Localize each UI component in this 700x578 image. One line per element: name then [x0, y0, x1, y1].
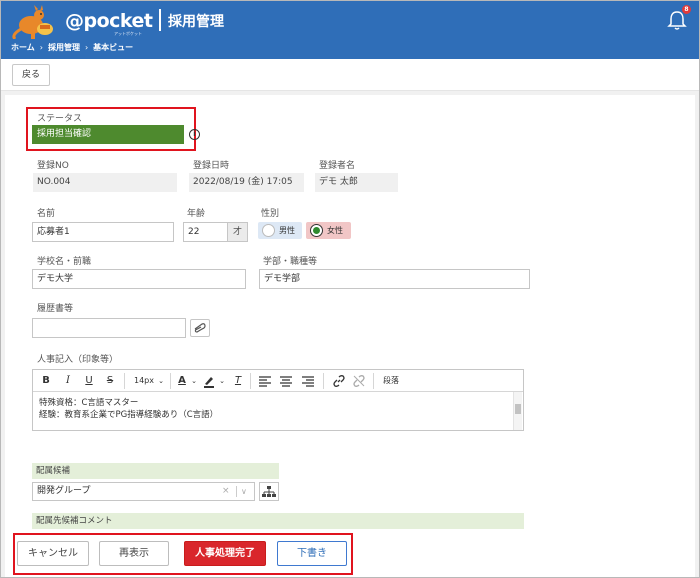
assignment-label: 配属候補 [32, 463, 279, 479]
font-size-dropdown[interactable]: 14px [131, 374, 157, 388]
gender-female-radio[interactable]: 女性 [306, 222, 351, 239]
hr-notes-line: 特殊資格：C言語マスター [39, 398, 139, 408]
status-select[interactable]: 採用担当確認 [32, 125, 184, 144]
app-window: @pocket アットポケット 採用管理 8 ホーム › 採用管理 › 基本ビュ… [0, 0, 700, 578]
strikethrough-button[interactable]: S [104, 374, 116, 388]
editor-scrollbar[interactable] [513, 392, 522, 430]
breadcrumb-home[interactable]: ホーム [11, 42, 35, 53]
app-header: @pocket アットポケット 採用管理 8 ホーム › 採用管理 › 基本ビュ… [1, 1, 699, 59]
back-button[interactable]: 戻る [12, 64, 50, 86]
reg-date-value: 2022/08/19 (金) 17:05 [189, 173, 304, 192]
hr-notes-label: 人事記入（印象等） [37, 355, 119, 365]
name-input[interactable]: 応募者1 [32, 222, 174, 242]
clear-icon[interactable]: × [222, 483, 230, 500]
paperclip-icon [194, 323, 206, 333]
chevron-down-icon[interactable]: ∨ [241, 483, 247, 500]
info-icon[interactable]: i [189, 129, 200, 140]
school-label: 学校名・前職 [37, 257, 92, 267]
format-dropdown[interactable]: 段落 [380, 374, 402, 388]
logo-text: @pocket [65, 10, 153, 32]
school-input[interactable]: デモ大学 [32, 269, 246, 289]
breadcrumb-separator: › [84, 43, 89, 52]
faculty-input[interactable]: デモ学部 [259, 269, 530, 289]
faculty-label: 学部・職種等 [263, 257, 318, 267]
toolbar-divider [323, 373, 324, 389]
resume-label: 履歴書等 [37, 304, 74, 314]
hr-complete-button[interactable]: 人事処理完了 [184, 541, 266, 566]
font-color-icon[interactable]: A [175, 374, 189, 388]
draft-button[interactable]: 下書き [277, 541, 347, 566]
chevron-down-icon: ⌄ [219, 377, 225, 385]
status-label: ステータス [37, 114, 83, 124]
notification-badge: 8 [682, 5, 691, 14]
breadcrumb-separator: › [39, 43, 43, 52]
toolbar-divider [250, 373, 251, 389]
attach-button[interactable] [190, 319, 210, 337]
breadcrumb-recruitment[interactable]: 採用管理 [48, 42, 80, 53]
resume-file-input[interactable] [32, 318, 186, 338]
toolbar-divider [170, 373, 171, 389]
hr-notes-line: 経験：教育系企業でPG指導経験あり（C言語） [39, 410, 219, 420]
gender-female-label: 女性 [327, 226, 343, 235]
italic-button[interactable]: I [62, 374, 74, 388]
align-center-icon[interactable] [279, 374, 293, 388]
logo-subtext: アットポケット [114, 31, 142, 36]
reg-no-label: 登録NO [37, 161, 69, 171]
clear-format-icon[interactable]: T [231, 374, 245, 388]
assignment-value: 開発グループ [37, 486, 91, 496]
unlink-icon[interactable] [352, 374, 366, 388]
org-tree-button[interactable] [259, 482, 279, 501]
reg-date-label: 登録日時 [193, 161, 230, 171]
age-input[interactable]: 22 [183, 222, 228, 242]
editor-toolbar: B I U S 14px ⌄ A ⌄ ⌄ T 段落 [33, 370, 523, 392]
radio-dot-selected [310, 224, 323, 237]
breadcrumb: ホーム › 採用管理 › 基本ビュー [11, 42, 133, 53]
chevron-down-icon: ⌄ [191, 377, 197, 385]
cancel-button[interactable]: キャンセル [17, 541, 89, 566]
gender-male-radio[interactable]: 男性 [258, 222, 302, 239]
hr-notes-editor[interactable]: B I U S 14px ⌄ A ⌄ ⌄ T 段落 特殊資格：C言語マスター 経… [32, 369, 524, 431]
toolbar-divider [373, 373, 374, 389]
reg-no-value: NO.004 [33, 173, 177, 192]
link-icon[interactable] [332, 374, 346, 388]
align-right-icon[interactable] [301, 374, 315, 388]
hr-notes-text[interactable]: 特殊資格：C言語マスター 経験：教育系企業でPG指導経験あり（C言語） [39, 397, 218, 421]
org-tree-icon [262, 486, 276, 497]
name-label: 名前 [37, 209, 56, 219]
bold-button[interactable]: B [40, 374, 52, 388]
select-divider [236, 486, 237, 497]
align-left-icon[interactable] [258, 374, 272, 388]
highlight-pen-icon[interactable] [202, 374, 216, 388]
gender-label: 性別 [261, 209, 280, 219]
age-label: 年齢 [187, 209, 206, 219]
registrant-label: 登録者名 [319, 161, 356, 171]
redisplay-button[interactable]: 再表示 [99, 541, 169, 566]
scrollbar-thumb[interactable] [515, 404, 521, 414]
registrant-value: デモ 太郎 [315, 173, 398, 192]
breadcrumb-basic-view: 基本ビュー [93, 43, 134, 52]
radio-dot [262, 224, 275, 237]
assignment-select[interactable]: 開発グループ × ∨ [32, 482, 255, 501]
page-title: 採用管理 [168, 14, 224, 30]
toolbar-divider [124, 373, 125, 389]
age-unit: 才 [228, 222, 248, 242]
underline-button[interactable]: U [83, 374, 95, 388]
header-divider [159, 9, 161, 31]
chevron-down-icon: ⌄ [158, 377, 164, 385]
gender-male-label: 男性 [279, 226, 295, 235]
page-toolbar: 戻る [1, 59, 699, 91]
assignment-comment-label: 配属先候補コメント [32, 513, 524, 529]
